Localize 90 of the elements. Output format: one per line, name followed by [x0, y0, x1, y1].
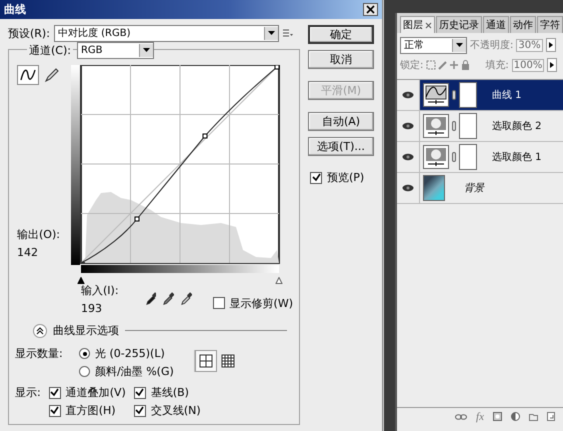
preset-dropdown[interactable]: 中对比度 (RGB): [54, 24, 279, 42]
checkbox[interactable]: [134, 386, 146, 398]
adjustment-thumbnail-icon: [423, 114, 449, 138]
layer-name: 选取颜色 2: [492, 120, 542, 133]
panel-tab[interactable]: 图层: [400, 16, 435, 33]
double-chevron-icon: [36, 326, 44, 334]
amount-label: 显示数量:: [15, 346, 64, 361]
close-icon[interactable]: [363, 3, 378, 16]
checkbox[interactable]: [48, 404, 61, 416]
output-label: 输出(O):: [17, 227, 61, 242]
mask-icon[interactable]: [493, 412, 502, 421]
output-value: 142: [17, 246, 39, 259]
eyedropper-icon[interactable]: [163, 292, 174, 306]
fill-label: 填充:: [485, 58, 509, 72]
radio-label: 光 (0-255)(L): [95, 346, 165, 361]
checkbox-label: 通道叠加(V): [66, 385, 126, 400]
radio-label: 颜料/油墨 %(G): [95, 364, 174, 379]
checkbox-label: 预览(P): [327, 170, 364, 185]
control-point[interactable]: [134, 216, 140, 222]
new-layer-icon[interactable]: [547, 412, 555, 421]
mask-thumbnail: [459, 113, 477, 139]
lock-label: 锁定:: [400, 58, 424, 72]
adjustment-icon[interactable]: [511, 412, 520, 421]
channel-dropdown[interactable]: RGB: [76, 42, 154, 58]
collapse-toggle[interactable]: [33, 324, 47, 338]
filled-triangle-icon[interactable]: [78, 277, 84, 284]
close-icon[interactable]: [425, 22, 432, 28]
caret-icon: [268, 31, 275, 35]
layer-name: 背景: [464, 182, 484, 195]
panel-tab[interactable]: 字符: [537, 16, 563, 33]
fx-button[interactable]: fx: [476, 410, 484, 422]
eye-icon[interactable]: [402, 184, 414, 192]
preset-menu-icon[interactable]: [282, 28, 293, 38]
eye-icon[interactable]: [402, 91, 414, 99]
adjustment-thumbnail-icon: [423, 145, 449, 169]
lock-options-icon[interactable]: [426, 60, 470, 70]
fill-field[interactable]: 100%: [512, 58, 544, 72]
show-label: 显示:: [15, 385, 41, 401]
radio-button[interactable]: [79, 348, 90, 359]
opacity-label: 不透明度:: [470, 38, 514, 52]
dialog-button[interactable]: 选项(T)...: [308, 137, 374, 156]
link-icon[interactable]: [455, 414, 468, 420]
checkbox-label: 基线(B): [150, 385, 189, 400]
layer-item[interactable]: 曲线 1: [420, 80, 563, 110]
window-title: 曲线: [4, 2, 26, 17]
checkbox-label: 交叉线(N): [150, 403, 201, 418]
folder-icon[interactable]: [529, 412, 538, 420]
eyedropper-icon[interactable]: [146, 292, 156, 306]
layer-name: 选取颜色 1: [492, 150, 542, 164]
checkbox[interactable]: [48, 386, 61, 398]
eyedropper-icon[interactable]: [181, 292, 192, 306]
checkbox[interactable]: [212, 297, 225, 309]
opacity-field[interactable]: 30%: [516, 38, 543, 52]
layer-item[interactable]: 选取颜色 1: [420, 142, 563, 172]
photo-placeholder: [423, 175, 445, 201]
layer-item[interactable]: 背景: [420, 173, 563, 203]
dialog-button[interactable]: 自动(A): [308, 112, 374, 131]
channel-label: 通道(C):: [27, 42, 73, 58]
control-point[interactable]: [202, 134, 208, 138]
chain-icon: [452, 121, 456, 131]
layer-name: 曲线 1: [492, 88, 522, 102]
dialog-button[interactable]: 取消: [308, 50, 374, 69]
layer-item[interactable]: 选取颜色 2: [420, 111, 563, 141]
panel-tab[interactable]: 历史记录: [436, 16, 482, 33]
blend-mode-dropdown[interactable]: 正常: [400, 36, 467, 54]
dialog-button[interactable]: 确定: [308, 25, 374, 44]
checkbox-label: 显示修剪(W): [230, 296, 293, 310]
mask-thumbnail: [459, 144, 477, 170]
section-title: 曲线显示选项: [53, 323, 119, 338]
caret-icon: [456, 43, 463, 47]
eye-icon[interactable]: [402, 122, 414, 130]
checkbox[interactable]: [310, 172, 322, 184]
curve-tool-icon[interactable]: [17, 65, 39, 85]
panel-tab[interactable]: 动作: [510, 16, 536, 33]
radio-button[interactable]: [79, 366, 90, 377]
mask-thumbnail: [459, 82, 477, 108]
input-label: 输入(I):: [81, 283, 120, 298]
caret-icon: [142, 48, 150, 52]
curves-thumbnail-icon: [423, 83, 449, 107]
outlined-triangle-icon[interactable]: [276, 277, 282, 284]
simple-grid-icon[interactable]: [194, 350, 217, 372]
chain-icon: [452, 152, 456, 162]
checkbox-label: 直方图(H): [66, 403, 116, 418]
chain-icon: [452, 90, 456, 100]
input-value: 193: [81, 302, 103, 315]
panel-tab[interactable]: 通道: [483, 16, 509, 33]
control-point[interactable]: [274, 65, 280, 70]
checkbox[interactable]: [134, 404, 146, 416]
eye-icon[interactable]: [402, 153, 414, 161]
preset-label: 预设(R):: [8, 26, 50, 40]
